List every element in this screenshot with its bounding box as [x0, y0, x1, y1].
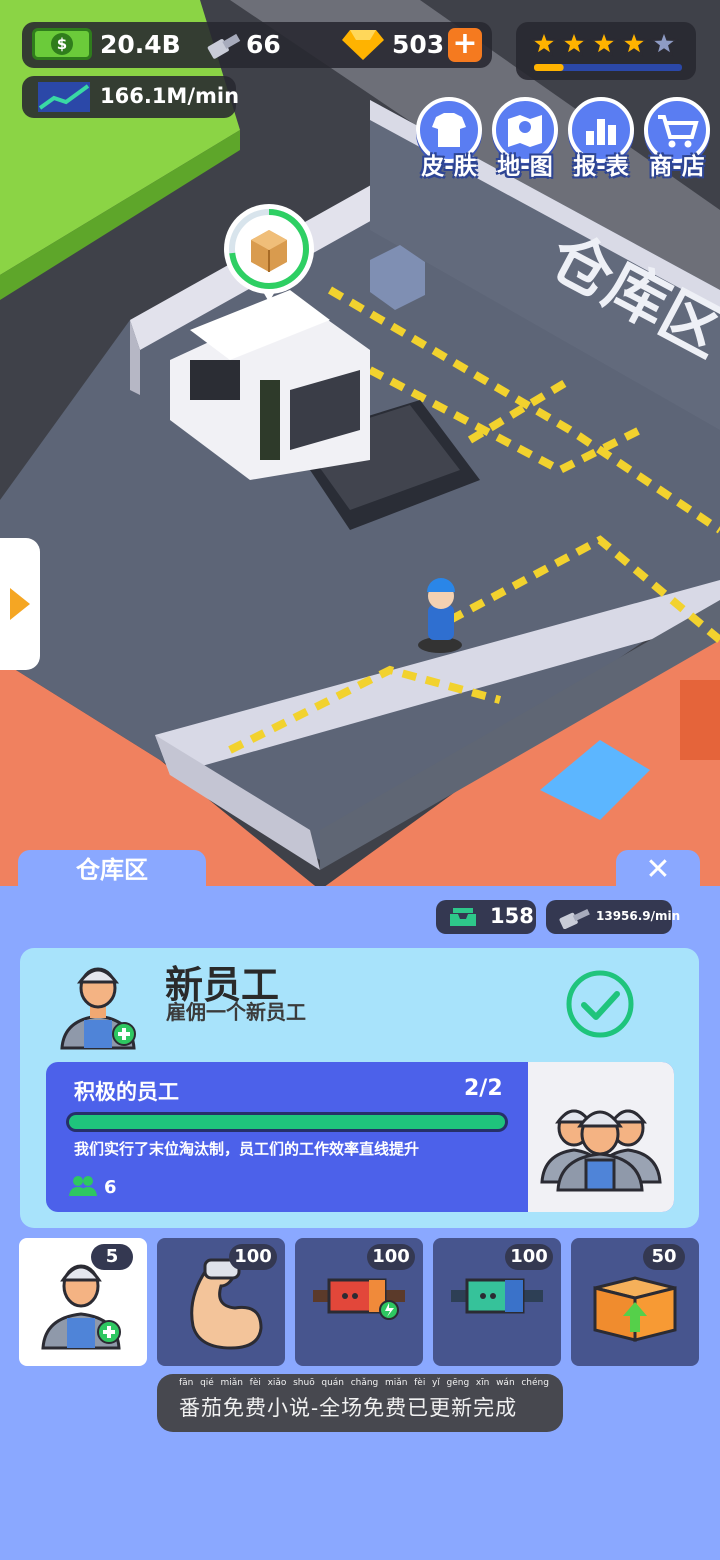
item-red-conveyor[interactable]: 100 — [295, 1238, 423, 1366]
item-badge: 100 — [505, 1244, 553, 1270]
pinyin-syllable: fèi — [414, 1378, 426, 1388]
upgrade-panel: 158 13956.9/min 新员工 雇佣一个新员工 积极的员工 2/2 我们… — [0, 886, 720, 1560]
task-count: 2/2 — [464, 1076, 503, 1101]
gem-icon — [342, 30, 384, 60]
buy-gems-button[interactable]: + — [448, 28, 482, 62]
card-subtitle: 雇佣一个新员工 — [166, 1000, 306, 1024]
pinyin-syllable: xīn — [475, 1378, 490, 1388]
item-green-conveyor[interactable]: 100 — [433, 1238, 561, 1366]
pinyin-syllable: fān — [179, 1378, 194, 1388]
red-conveyor-icon — [313, 1278, 405, 1320]
task-title: 积极的员工 — [74, 1080, 179, 1104]
star-rating-panel[interactable] — [516, 22, 696, 80]
star-filled-icon — [558, 28, 590, 57]
pinyin-syllable: wán — [496, 1378, 515, 1388]
worker-count: 6 — [104, 1177, 117, 1198]
pinyin-syllable: fèi — [249, 1378, 261, 1388]
task-progress-fill — [69, 1115, 505, 1129]
task-progress-bar — [66, 1112, 508, 1132]
checkmark-icon — [566, 970, 634, 1038]
bolt-icon — [207, 33, 241, 59]
item-storage-upgrade[interactable]: 50 — [571, 1238, 699, 1366]
inbox-tray-icon — [450, 908, 476, 926]
panel-tab-title: 仓库区 — [76, 856, 148, 884]
pinyin-syllable: chǎng — [350, 1378, 379, 1388]
capacity-stat: 158 — [436, 900, 536, 934]
cash-amount: 20.4B — [100, 30, 181, 59]
task-panel: 积极的员工 2/2 我们实行了末位淘汰制，员工们的工作效率直线提升 6 — [46, 1062, 674, 1212]
pinyin-syllable: gēng — [446, 1378, 470, 1388]
star-filled-icon — [528, 28, 560, 57]
pinyin-syllable: miǎn — [220, 1378, 244, 1388]
item-badge: 100 — [229, 1244, 277, 1270]
item-badge: 50 — [643, 1244, 685, 1270]
new-worker-card: 新员工 雇佣一个新员工 积极的员工 2/2 我们实行了末位淘汰制，员工们的工作效… — [20, 948, 699, 1228]
green-conveyor-icon — [451, 1278, 543, 1314]
banner-text: 番茄免费小说-全场免费已更新完成 — [179, 1396, 518, 1420]
cardboard-box-icon — [251, 230, 287, 272]
top-menu: 皮-肤 地-图 报-表 商-店 — [410, 97, 710, 187]
box-upgrade-icon — [593, 1276, 677, 1342]
star-empty-icon — [648, 28, 680, 57]
arrow-right-icon — [10, 588, 30, 620]
bolt-count: 66 — [246, 30, 281, 59]
side-expand-tab[interactable] — [0, 538, 40, 670]
star-progress-fill — [534, 64, 564, 71]
pinyin-syllable: miǎn — [384, 1378, 408, 1388]
income-rate: 166.1M/min — [100, 84, 240, 108]
close-button[interactable]: ✕ — [616, 850, 700, 890]
worker-group-tile — [528, 1062, 674, 1212]
task-description: 我们实行了末位淘汰制，员工们的工作效率直线提升 — [74, 1140, 420, 1158]
pinyin-syllable: yǐ — [432, 1378, 440, 1388]
item-new-worker[interactable]: 5 — [19, 1238, 147, 1366]
star-rating — [528, 28, 682, 71]
banner-pinyin: fān qié miǎn fèi xiǎo shuō quán chǎng miǎn fèi yǐ g… — [179, 1378, 549, 1392]
gem-count: 503 — [392, 30, 445, 59]
promo-banner[interactable]: fān qié miǎn fèi xiǎo shuō quán chǎng miǎn fèi yǐ g… — [157, 1374, 563, 1432]
panel-tab: 仓库区 — [18, 850, 206, 890]
item-work-efficiency[interactable]: 100 — [157, 1238, 285, 1366]
muscle-arm-icon — [190, 1258, 263, 1350]
item-badge: 100 — [367, 1244, 415, 1270]
pinyin-syllable: chéng — [521, 1378, 549, 1388]
people-icon — [69, 1176, 97, 1196]
cash-icon: $ — [32, 28, 92, 60]
worker-add-icon — [60, 967, 136, 1050]
production-rate-stat: 13956.9/min — [546, 900, 680, 934]
worker-group-icon — [540, 1109, 662, 1192]
star-filled-icon — [588, 28, 620, 57]
production-bubble[interactable] — [224, 204, 314, 302]
bolt-icon — [559, 908, 590, 929]
star-filled-icon — [618, 28, 650, 57]
item-badge: 5 — [91, 1244, 133, 1270]
pinyin-syllable: shuō — [293, 1378, 315, 1388]
production-progress-ring — [229, 209, 309, 302]
pinyin-syllable: xiǎo — [267, 1378, 287, 1388]
pinyin-syllable: qié — [200, 1378, 214, 1388]
income-chart-icon — [38, 82, 90, 112]
pinyin-syllable: quán — [321, 1378, 345, 1388]
